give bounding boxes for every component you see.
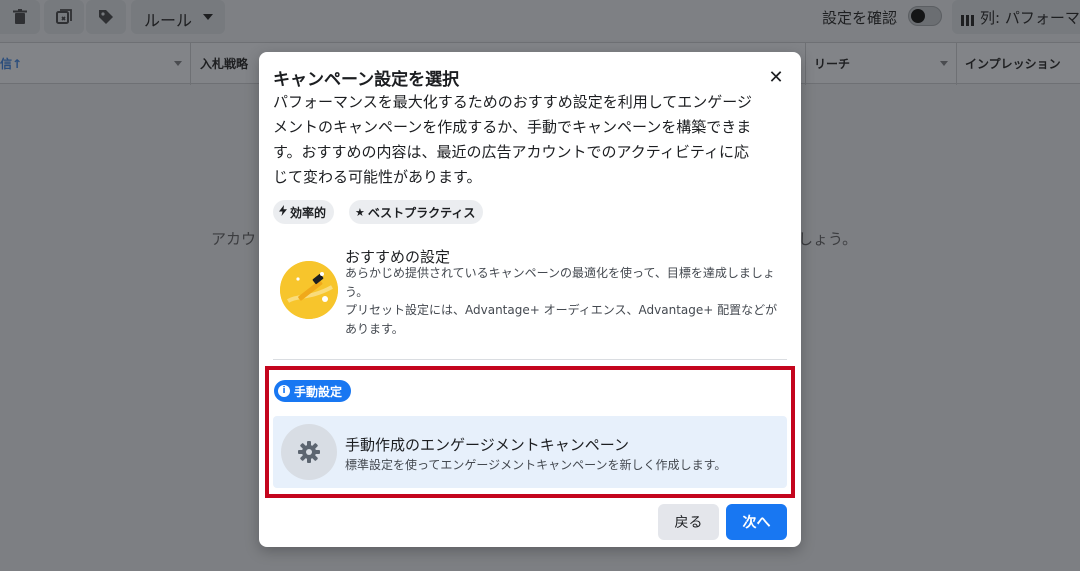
delete-button[interactable] — [0, 0, 40, 34]
toggle-knob — [911, 9, 925, 23]
next-button[interactable]: 次へ — [726, 504, 787, 540]
column-divider — [956, 43, 957, 85]
chip-label: 効率的 — [290, 205, 327, 220]
empty-state-message-right: しょう。 — [798, 230, 858, 248]
columns-label: 列: パフォーマ — [980, 9, 1080, 27]
trash-icon — [10, 7, 30, 27]
column-divider — [190, 43, 191, 85]
close-icon[interactable]: ✕ — [765, 66, 787, 88]
magic-wand-icon — [280, 261, 338, 319]
chip-label: ベストプラクティス — [367, 205, 476, 220]
duplicate-icon — [54, 7, 74, 27]
recommended-description: あらかじめ提供されているキャンペーンの最適化を使って、目標を達成しましょう。 プ… — [345, 264, 785, 338]
recommended-settings-option[interactable]: おすすめの設定 あらかじめ提供されているキャンペーンの最適化を使って、目標を達成… — [273, 238, 789, 342]
column-divider — [805, 43, 806, 85]
column-header-bid-strategy[interactable]: 入札戦略 — [200, 55, 248, 72]
back-button[interactable]: 戻る — [658, 504, 719, 540]
highlight-box — [265, 366, 795, 498]
column-header-budget[interactable]: 信↑ — [0, 55, 22, 72]
dialog-title: キャンペーン設定を選択 — [273, 70, 460, 90]
caret-down-icon — [203, 14, 213, 20]
column-header-impressions[interactable]: インプレッション — [965, 55, 1061, 72]
tag-button[interactable] — [86, 0, 126, 34]
confirm-settings-label: 設定を確認 — [822, 9, 898, 27]
recommended-desc-line1: あらかじめ提供されているキャンペーンの最適化を使って、目標を達成しましょう。 — [345, 266, 775, 299]
rules-dropdown[interactable]: ルール — [131, 0, 225, 34]
dialog-description: パフォーマンスを最大化するためのおすすめ設定を利用してエンゲージメントのキャンペ… — [273, 93, 752, 186]
bolt-icon — [279, 205, 287, 219]
sort-caret-icon — [174, 61, 182, 66]
recommended-desc-line2: プリセット設定には、Advantage+ オーディエンス、Advantage+ … — [345, 303, 778, 336]
columns-dropdown[interactable]: 列: パフォーマ — [952, 0, 1080, 34]
divider — [273, 359, 787, 360]
confirm-settings-toggle[interactable] — [908, 6, 942, 26]
empty-state-message-left: アカウ — [211, 230, 257, 248]
columns-icon — [961, 11, 974, 30]
rules-label: ルール — [144, 11, 193, 30]
tag-icon — [96, 7, 116, 27]
column-header-reach[interactable]: リーチ — [814, 55, 850, 72]
sort-caret-icon — [940, 61, 948, 66]
toolbar: ルール 設定を確認 列: パフォーマ — [0, 0, 1080, 40]
best-practice-chip: ★ ベストプラクティス — [349, 200, 484, 224]
star-icon: ★ — [355, 205, 365, 219]
efficient-chip: 効率的 — [273, 200, 335, 224]
duplicate-button[interactable] — [44, 0, 84, 34]
